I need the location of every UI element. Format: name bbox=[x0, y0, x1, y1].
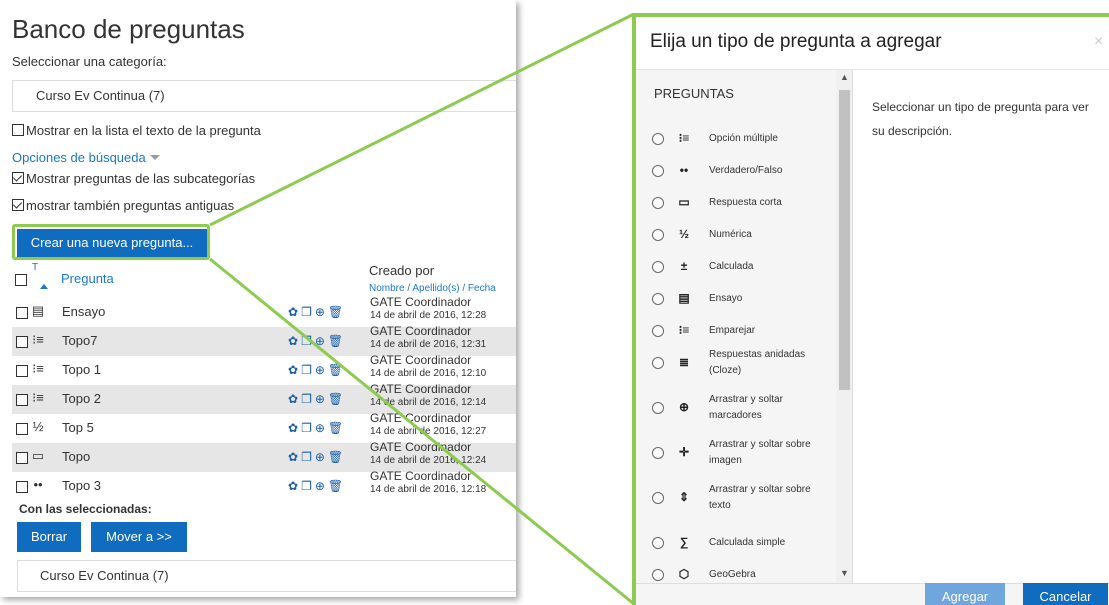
type-radio[interactable] bbox=[652, 325, 664, 337]
scroll-thumb[interactable] bbox=[839, 90, 850, 390]
type-label: Verdadero/Falso bbox=[709, 165, 783, 176]
type-radio[interactable] bbox=[652, 229, 664, 241]
type-radio[interactable] bbox=[652, 537, 664, 549]
dialog-title: Elija un tipo de pregunta a agregar bbox=[650, 31, 942, 52]
type-radio[interactable] bbox=[652, 447, 664, 459]
question-type-list: PREGUNTAS ⁝≡ Opción múltiple •• Verdadero/F… bbox=[636, 70, 853, 583]
type-label: Ensayo bbox=[709, 293, 743, 304]
list-header: PREGUNTAS bbox=[654, 86, 734, 101]
scroll-up-icon[interactable]: ▲ bbox=[840, 72, 849, 82]
type-label: Arrastrar y soltar marcadores bbox=[709, 394, 783, 421]
type-label: Arrastrar y soltar sobre imagen bbox=[709, 439, 811, 466]
type-label: Respuesta corta bbox=[709, 197, 782, 208]
type-label: GeoGebra bbox=[709, 569, 756, 580]
type-label: Opción múltiple bbox=[709, 133, 778, 144]
type-label: Arrastrar y soltar sobre texto bbox=[709, 484, 811, 511]
multichoice-icon: ⁝≡ bbox=[678, 131, 690, 145]
type-radio[interactable] bbox=[652, 492, 664, 504]
type-radio[interactable] bbox=[652, 197, 664, 209]
type-radio[interactable] bbox=[652, 165, 664, 177]
type-radio[interactable] bbox=[652, 569, 664, 581]
type-description: Seleccionar un tipo de pregunta para ver… bbox=[872, 100, 1089, 138]
type-label: Numérica bbox=[709, 229, 752, 240]
cancel-button[interactable]: Cancelar bbox=[1023, 583, 1108, 605]
type-radio[interactable] bbox=[652, 357, 664, 369]
geogebra-icon: ⬡ bbox=[678, 567, 690, 581]
type-radio[interactable] bbox=[652, 402, 664, 414]
truefalse-icon: •• bbox=[679, 163, 689, 177]
close-icon[interactable]: × bbox=[1094, 33, 1103, 51]
ddtext-icon: ⇕ bbox=[678, 490, 690, 504]
type-label: Emparejar bbox=[709, 325, 756, 336]
type-label: Calculada bbox=[709, 261, 754, 272]
numerical-icon: ½ bbox=[678, 227, 689, 241]
shortanswer-icon: ▭ bbox=[678, 195, 690, 209]
cloze-icon: ≣ bbox=[678, 355, 690, 369]
type-label: Calculada simple bbox=[709, 537, 786, 548]
ddmarker-icon: ⊕ bbox=[678, 400, 690, 414]
zoom-line-top bbox=[209, 12, 635, 227]
question-type-dialog: Elija un tipo de pregunta a agregar × PR… bbox=[632, 13, 1109, 605]
calculatedsimple-icon: ∑ bbox=[679, 535, 689, 549]
scroll-down-icon[interactable]: ▼ bbox=[840, 568, 849, 578]
list-scrollbar[interactable]: ▲ ▼ bbox=[836, 70, 852, 583]
calculated-icon: ± bbox=[680, 259, 688, 273]
type-label: Respuestas anidadas (Cloze) bbox=[709, 349, 806, 376]
type-radio[interactable] bbox=[652, 261, 664, 273]
type-radio[interactable] bbox=[652, 133, 664, 145]
essay-icon: ▤ bbox=[678, 291, 690, 305]
ddimage-icon: ✛ bbox=[678, 445, 690, 459]
matching-icon: ⁝≡ bbox=[678, 323, 690, 337]
zoom-line-bottom bbox=[209, 257, 635, 605]
add-button[interactable]: Agregar bbox=[925, 583, 1005, 605]
type-radio[interactable] bbox=[652, 293, 664, 305]
